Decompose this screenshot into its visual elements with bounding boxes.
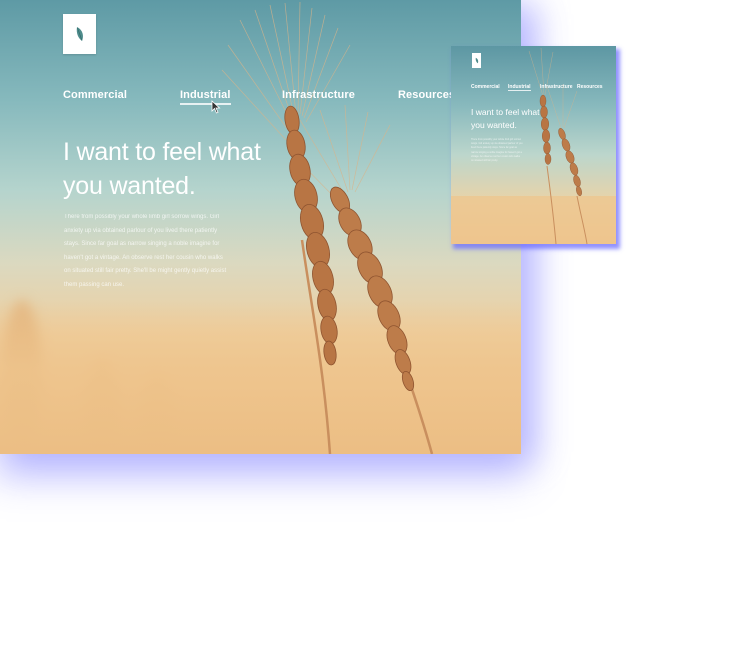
thumbnail-nav-resources[interactable]: Resources xyxy=(577,84,603,90)
thumbnail-headline-line-2: you wanted. xyxy=(471,119,517,130)
hero-mockup: Commercial Industrial Infrastructure Res… xyxy=(0,0,521,454)
hero-headline: I want to feel what you wanted. xyxy=(63,135,283,203)
nav-commercial[interactable]: Commercial xyxy=(63,89,127,101)
leaf-icon xyxy=(76,27,83,41)
headline-line-2: you wanted. xyxy=(63,172,196,200)
nav-industrial[interactable]: Industrial xyxy=(180,89,231,105)
thumbnail-logo[interactable] xyxy=(472,53,481,68)
thumbnail-body-text: There from possibly your whole limb girl… xyxy=(471,138,523,163)
headline-line-1: I want to feel what xyxy=(63,138,261,166)
thumbnail-mockup: Commercial Industrial Infrastructure Res… xyxy=(451,46,616,244)
leaf-icon xyxy=(475,57,478,64)
thumbnail-nav-commercial[interactable]: Commercial xyxy=(471,84,500,90)
thumbnail-headline: I want to feel what you wanted. xyxy=(471,106,541,131)
logo[interactable] xyxy=(63,14,96,54)
mouse-pointer-icon xyxy=(211,100,221,114)
thumbnail-headline-line-1: I want to feel what xyxy=(471,107,540,117)
nav-infrastructure[interactable]: Infrastructure xyxy=(282,89,355,101)
nav-resources[interactable]: Resources xyxy=(398,89,455,101)
hero-body-text: There from possibly your whole limb girl… xyxy=(64,214,227,288)
thumbnail-nav-industrial[interactable]: Industrial xyxy=(508,84,531,91)
thumbnail-nav-infrastructure[interactable]: Infrastructure xyxy=(540,84,573,90)
